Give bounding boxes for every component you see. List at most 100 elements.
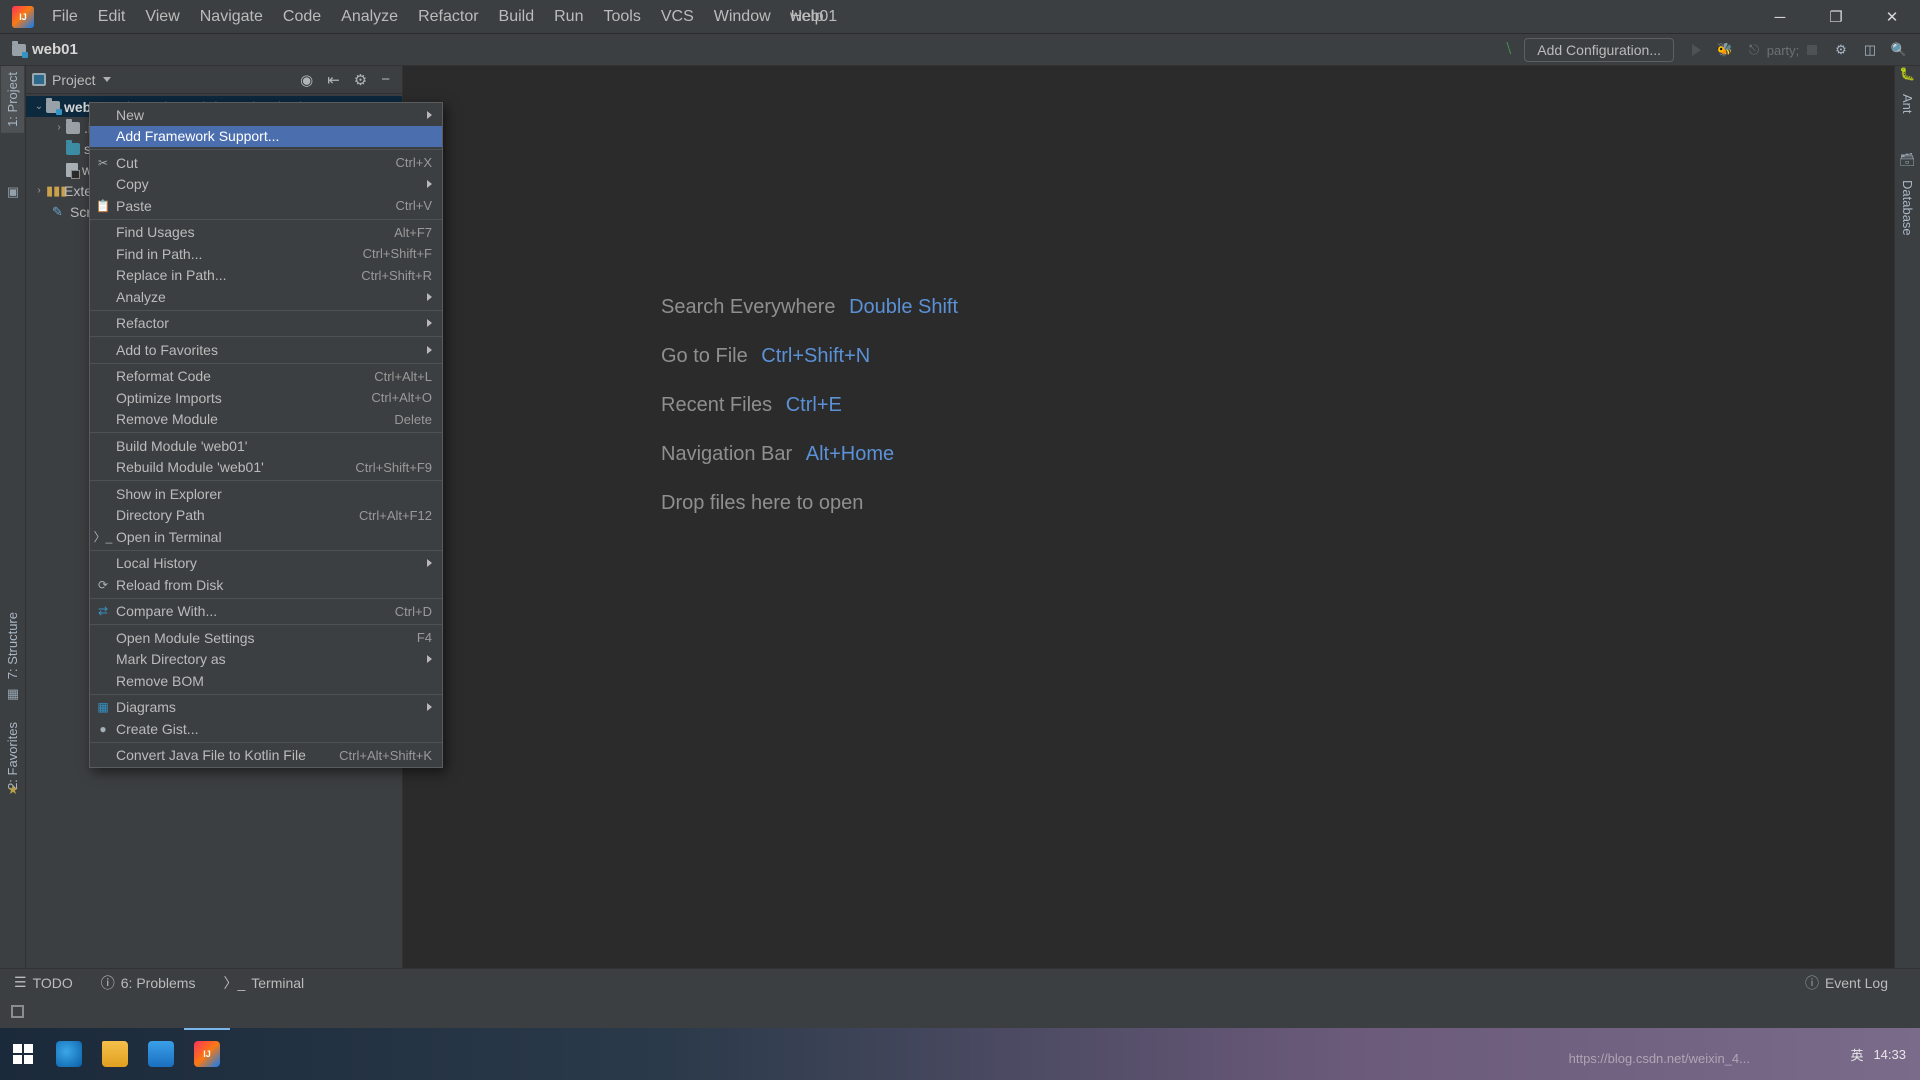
context-menu-item-convert-java-to-kotlin[interactable]: Convert Java File to Kotlin File Ctrl+Al… <box>90 745 442 767</box>
context-menu-item-create-gist[interactable]: ● Create Gist... <box>90 718 442 740</box>
context-menu-item-build-module[interactable]: Build Module 'web01' <box>90 435 442 457</box>
taskbar-intellij[interactable] <box>184 1028 230 1080</box>
menu-analyze[interactable]: Analyze <box>331 4 408 30</box>
hierarchy-icon[interactable]: ▦ <box>5 686 21 702</box>
context-menu-item-analyze[interactable]: Analyze <box>90 286 442 308</box>
add-configuration-button[interactable]: Add Configuration... <box>1524 38 1674 62</box>
windows-taskbar: 英 14:33 https://blog.csdn.net/weixin_4..… <box>0 1028 1920 1080</box>
menu-bar: File Edit View Navigate Code Analyze Ref… <box>0 0 1920 34</box>
tree-expand-arrow[interactable]: › <box>52 122 66 133</box>
debug-icon[interactable]: 🐝 <box>1712 38 1738 62</box>
search-icon[interactable]: 🔍 <box>1886 38 1912 62</box>
chevron-down-icon[interactable] <box>102 77 111 82</box>
gear-icon[interactable]: ⚙ <box>354 71 367 89</box>
maximize-button[interactable]: ❐ <box>1808 0 1864 34</box>
taskbar-file-explorer[interactable] <box>92 1028 138 1080</box>
context-menu-item-optimize-imports[interactable]: Optimize Imports Ctrl+Alt+O <box>90 387 442 409</box>
context-menu-shortcut: Ctrl+Alt+Shift+K <box>339 747 432 763</box>
context-menu-item-replace-in-path[interactable]: Replace in Path... Ctrl+Shift+R <box>90 265 442 287</box>
stop-icon[interactable] <box>1799 38 1825 62</box>
menu-edit[interactable]: Edit <box>88 4 136 30</box>
context-menu-item-mark-directory-as[interactable]: Mark Directory as <box>90 649 442 671</box>
tree-expand-arrow[interactable]: ⌄ <box>32 101 46 112</box>
context-menu-item-open-module-settings[interactable]: Open Module Settings F4 <box>90 627 442 649</box>
context-menu-shortcut: Ctrl+X <box>395 155 432 171</box>
menu-separator <box>90 624 442 625</box>
status-todo[interactable]: ☰ TODO <box>0 974 87 991</box>
database-icon[interactable]: 🗃 <box>1899 152 1916 168</box>
breadcrumb[interactable]: web01 <box>12 40 78 58</box>
status-terminal[interactable]: 〉_ Terminal <box>209 973 318 993</box>
context-menu-item-reformat-code[interactable]: Reformat Code Ctrl+Alt+L <box>90 366 442 388</box>
menu-file[interactable]: File <box>42 4 88 30</box>
taskbar-store[interactable] <box>138 1028 184 1080</box>
hide-panel-icon[interactable]: − <box>381 71 390 88</box>
git-branch-icon[interactable] <box>11 1005 24 1018</box>
hint-label: Go to File <box>661 345 748 367</box>
project-context-menu[interactable]: New Add Framework Support... ✂ Cut Ctrl+… <box>89 102 443 768</box>
context-menu-item-show-in-explorer[interactable]: Show in Explorer <box>90 483 442 505</box>
updates-icon[interactable]: ⚙ <box>1828 38 1854 62</box>
menu-code[interactable]: Code <box>273 4 331 30</box>
file-explorer-icon <box>102 1041 128 1067</box>
ant-icon[interactable]: 🐛 <box>1899 66 1915 82</box>
context-menu-item-rebuild-module[interactable]: Rebuild Module 'web01' Ctrl+Shift+F9 <box>90 457 442 479</box>
status-event-log[interactable]: ⓘ Event Log <box>1791 973 1902 993</box>
sidebar-item-database[interactable]: Database <box>1896 174 1919 242</box>
context-menu-item-remove-bom[interactable]: Remove BOM <box>90 670 442 692</box>
watermark-text: https://blog.csdn.net/weixin_4... <box>1568 1051 1750 1066</box>
sidebar-item-structure[interactable]: 7: Structure <box>1 606 24 685</box>
layout-icon[interactable]: ◫ <box>1857 38 1883 62</box>
status-problems[interactable]: ⓘ 6: Problems <box>87 973 210 993</box>
project-panel-title: Project <box>52 71 96 88</box>
build-icon[interactable]: ⧵ <box>1506 41 1511 59</box>
context-menu-item-open-in-terminal[interactable]: 〉_ Open in Terminal <box>90 526 442 548</box>
menu-vcs[interactable]: VCS <box>651 4 704 30</box>
context-menu-item-label: Directory Path <box>116 507 205 524</box>
structure-small-icon[interactable]: ▣ <box>5 184 21 200</box>
ime-indicator[interactable]: 英 <box>1850 1045 1863 1064</box>
profiler-icon[interactable]: party; <box>1767 38 1800 62</box>
menu-tools[interactable]: Tools <box>593 4 650 30</box>
context-menu-item-local-history[interactable]: Local History <box>90 553 442 575</box>
menu-refactor[interactable]: Refactor <box>408 4 488 30</box>
menu-window[interactable]: Window <box>704 4 781 30</box>
context-menu-shortcut: Ctrl+V <box>395 198 432 214</box>
context-menu-item-cut[interactable]: ✂ Cut Ctrl+X <box>90 152 442 174</box>
breadcrumb-label: web01 <box>32 41 78 58</box>
context-menu-item-paste[interactable]: 📋 Paste Ctrl+V <box>90 195 442 217</box>
context-menu-item-new[interactable]: New <box>90 104 442 126</box>
context-menu-item-find-in-path[interactable]: Find in Path... Ctrl+Shift+F <box>90 243 442 265</box>
menu-build[interactable]: Build <box>489 4 545 30</box>
context-menu-item-reload-from-disk[interactable]: ⟳ Reload from Disk <box>90 574 442 596</box>
taskbar-edge[interactable] <box>46 1028 92 1080</box>
context-menu-item-diagrams[interactable]: ▦ Diagrams <box>90 697 442 719</box>
clock[interactable]: 14:33 <box>1873 1047 1906 1062</box>
menu-view[interactable]: View <box>135 4 189 30</box>
sidebar-item-ant[interactable]: Ant <box>1896 88 1919 120</box>
context-menu-item-compare-with[interactable]: ⇄ Compare With... Ctrl+D <box>90 601 442 623</box>
context-menu-item-add-framework-support[interactable]: Add Framework Support... <box>90 125 442 147</box>
context-menu-item-copy[interactable]: Copy <box>90 174 442 196</box>
collapse-all-icon[interactable]: ⇤ <box>327 71 340 89</box>
minimize-button[interactable]: ─ <box>1752 0 1808 34</box>
context-menu-item-add-to-favorites[interactable]: Add to Favorites <box>90 339 442 361</box>
start-button[interactable] <box>0 1028 46 1080</box>
context-menu-item-refactor[interactable]: Refactor <box>90 313 442 335</box>
scroll-from-source-icon[interactable]: ◉ <box>300 71 313 89</box>
context-menu-item-find-usages[interactable]: Find Usages Alt+F7 <box>90 222 442 244</box>
editor-area[interactable]: Search Everywhere Double Shift Go to Fil… <box>403 66 1894 996</box>
bottom-filler <box>0 996 1920 1028</box>
close-button[interactable]: ✕ <box>1864 0 1920 34</box>
sidebar-item-project[interactable]: 1: Project <box>1 66 24 133</box>
coverage-icon[interactable]: ⎋ <box>1741 38 1767 62</box>
status-right-group: ⓘ Event Log <box>1791 973 1920 993</box>
microsoft-store-icon <box>148 1041 174 1067</box>
context-menu-item-directory-path[interactable]: Directory Path Ctrl+Alt+F12 <box>90 505 442 527</box>
context-menu-item-remove-module[interactable]: Remove Module Delete <box>90 409 442 431</box>
tree-expand-arrow[interactable]: › <box>32 185 46 196</box>
run-icon[interactable] <box>1683 38 1709 62</box>
favorites-star-icon[interactable]: ★ <box>5 782 21 798</box>
menu-navigate[interactable]: Navigate <box>190 4 273 30</box>
menu-run[interactable]: Run <box>544 4 593 30</box>
